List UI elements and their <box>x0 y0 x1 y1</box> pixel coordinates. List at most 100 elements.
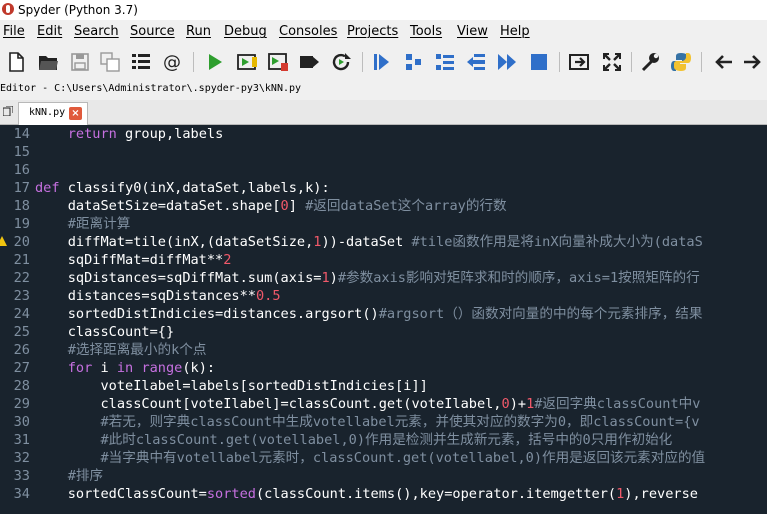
line-number: 14 <box>13 126 30 142</box>
code-text: def classify0(inX,dataSet,labels,k): <box>35 180 330 196</box>
line-number: 20 <box>13 234 30 250</box>
run-cell-icon[interactable] <box>235 50 259 74</box>
title-bar: Spyder (Python 3.7) <box>0 0 767 20</box>
rerun-icon[interactable] <box>329 50 353 74</box>
code-text: sqDiffMat=diffMat**2 <box>35 252 232 268</box>
editor-path: Editor - C:\Users\Administrator\.spyder-… <box>0 83 302 94</box>
code-line[interactable]: 33 #排序 <box>0 467 767 485</box>
editor-tab-bar: kNN.py × <box>0 100 767 125</box>
step-into-icon[interactable] <box>433 50 457 74</box>
code-text: sortedClassCount=sorted(classCount.items… <box>35 486 698 502</box>
tab-label: kNN.py <box>29 107 66 118</box>
code-text: #若无，则字典classCount中生成votellabel元素，并使其对应的数… <box>100 414 700 430</box>
line-number: 27 <box>13 360 30 376</box>
toolbar-separator <box>362 52 363 72</box>
menu-search[interactable]: Search <box>74 24 119 39</box>
code-text: classCount={} <box>35 324 175 340</box>
run-cell-advance-icon[interactable] <box>266 50 290 74</box>
line-number: 19 <box>13 216 30 232</box>
line-number: 15 <box>13 144 30 160</box>
menu-file[interactable]: File <box>3 24 25 39</box>
code-line[interactable]: 25 classCount={} <box>0 323 767 341</box>
save-all-icon[interactable] <box>98 50 122 74</box>
code-line[interactable]: 27 for i in range(k): <box>0 359 767 377</box>
line-number: 16 <box>13 162 30 178</box>
code-line[interactable]: 18 dataSetSize=dataSet.shape[0] #返回dataS… <box>0 197 767 215</box>
svg-text:@: @ <box>163 52 181 73</box>
toolbar-separator <box>193 52 194 72</box>
menu-consoles[interactable]: Consoles <box>279 24 337 39</box>
line-number: 26 <box>13 342 30 358</box>
menu-bar: File Edit Search Source Run Debug Consol… <box>0 22 767 42</box>
step-return-icon[interactable] <box>464 50 488 74</box>
code-text: sqDistances=sqDiffMat.sum(axis=1)#参数axis… <box>35 270 700 286</box>
code-line[interactable]: 14 return group,labels <box>0 125 767 143</box>
fullscreen-icon[interactable] <box>600 50 624 74</box>
debug-icon[interactable] <box>369 50 393 74</box>
continue-icon[interactable] <box>495 50 519 74</box>
menu-debug[interactable]: Debug <box>224 24 267 39</box>
menu-view[interactable]: View <box>457 24 488 39</box>
code-line[interactable]: 17 def classify0(inX,dataSet,labels,k): <box>0 179 767 197</box>
line-number: 23 <box>13 288 30 304</box>
code-line[interactable]: 20 diffMat=tile(inX,(dataSetSize,1))-dat… <box>0 233 767 251</box>
browse-tabs-icon[interactable] <box>3 106 13 116</box>
at-icon[interactable]: @ <box>160 50 184 74</box>
preferences-icon[interactable] <box>638 50 662 74</box>
menu-tools[interactable]: Tools <box>410 24 442 39</box>
line-number: 29 <box>13 396 30 412</box>
list-icon[interactable] <box>129 50 153 74</box>
back-icon[interactable] <box>711 50 735 74</box>
line-number: 28 <box>13 378 30 394</box>
maximize-pane-icon[interactable] <box>567 50 591 74</box>
code-line[interactable]: 26 #选择距离最小的k个点 <box>0 341 767 359</box>
code-text: #此时classCount.get(votellabel,0)作用是检测并生成新… <box>100 432 673 448</box>
code-editor[interactable]: 14 return group,labels 15 16 17 def classify… <box>0 125 767 514</box>
code-text: #当字典中有votellabel元素时，classCount.get(votel… <box>100 450 706 466</box>
menu-source[interactable]: Source <box>130 24 175 39</box>
line-number: 25 <box>13 324 30 340</box>
line-number: 33 <box>13 468 30 484</box>
stop-icon[interactable] <box>527 50 551 74</box>
code-text: voteIlabel=labels[sortedDistIndicies[i]] <box>35 378 428 394</box>
menu-run[interactable]: Run <box>186 24 211 39</box>
code-line[interactable]: 32 #当字典中有votellabel元素时，classCount.get(vo… <box>0 449 767 467</box>
code-text: dataSetSize=dataSet.shape[0] #返回dataSet这… <box>35 198 507 214</box>
code-line[interactable]: 30 #若无，则字典classCount中生成votellabel元素，并使其对… <box>0 413 767 431</box>
forward-icon[interactable] <box>741 50 765 74</box>
run-selection-icon[interactable] <box>297 50 321 74</box>
code-line[interactable]: 34 sortedClassCount=sorted(classCount.it… <box>0 485 767 503</box>
save-icon[interactable] <box>68 50 92 74</box>
open-folder-icon[interactable] <box>36 50 60 74</box>
code-line[interactable]: 24 sortedDistIndicies=distances.argsort(… <box>0 305 767 323</box>
close-icon[interactable]: × <box>69 107 82 120</box>
code-text: sortedDistIndicies=distances.argsort()#a… <box>35 306 703 322</box>
menu-projects[interactable]: Projects <box>347 24 398 39</box>
tab-knn-py[interactable]: kNN.py × <box>18 102 88 125</box>
code-text: return group,labels <box>67 126 224 142</box>
window-title: Spyder (Python 3.7) <box>18 3 138 17</box>
line-number: 24 <box>13 306 30 322</box>
menu-help[interactable]: Help <box>500 24 530 39</box>
line-number: 31 <box>13 432 30 448</box>
menu-edit[interactable]: Edit <box>37 24 62 39</box>
code-text: distances=sqDistances**0.5 <box>35 288 281 304</box>
main-toolbar: @ <box>0 44 767 78</box>
code-line[interactable]: 19 #距离计算 <box>0 215 767 233</box>
code-line[interactable]: 23 distances=sqDistances**0.5 <box>0 287 767 305</box>
spyder-logo-icon <box>2 3 14 15</box>
code-line[interactable]: 21 sqDiffMat=diffMat**2 <box>0 251 767 269</box>
line-number: 30 <box>13 414 30 430</box>
step-icon[interactable] <box>402 50 426 74</box>
code-line[interactable]: 15 <box>0 143 767 161</box>
line-number: 32 <box>13 450 30 466</box>
python-path-icon[interactable] <box>669 50 693 74</box>
new-file-icon[interactable] <box>4 50 28 74</box>
code-text: classCount[voteIlabel]=classCount.get(vo… <box>35 396 701 412</box>
code-line[interactable]: 28 voteIlabel=labels[sortedDistIndicies[… <box>0 377 767 395</box>
code-line[interactable]: 29 classCount[voteIlabel]=classCount.get… <box>0 395 767 413</box>
code-line[interactable]: 16 <box>0 161 767 179</box>
run-icon[interactable] <box>203 50 227 74</box>
code-line[interactable]: 22 sqDistances=sqDiffMat.sum(axis=1)#参数a… <box>0 269 767 287</box>
code-line[interactable]: 31 #此时classCount.get(votellabel,0)作用是检测并… <box>0 431 767 449</box>
